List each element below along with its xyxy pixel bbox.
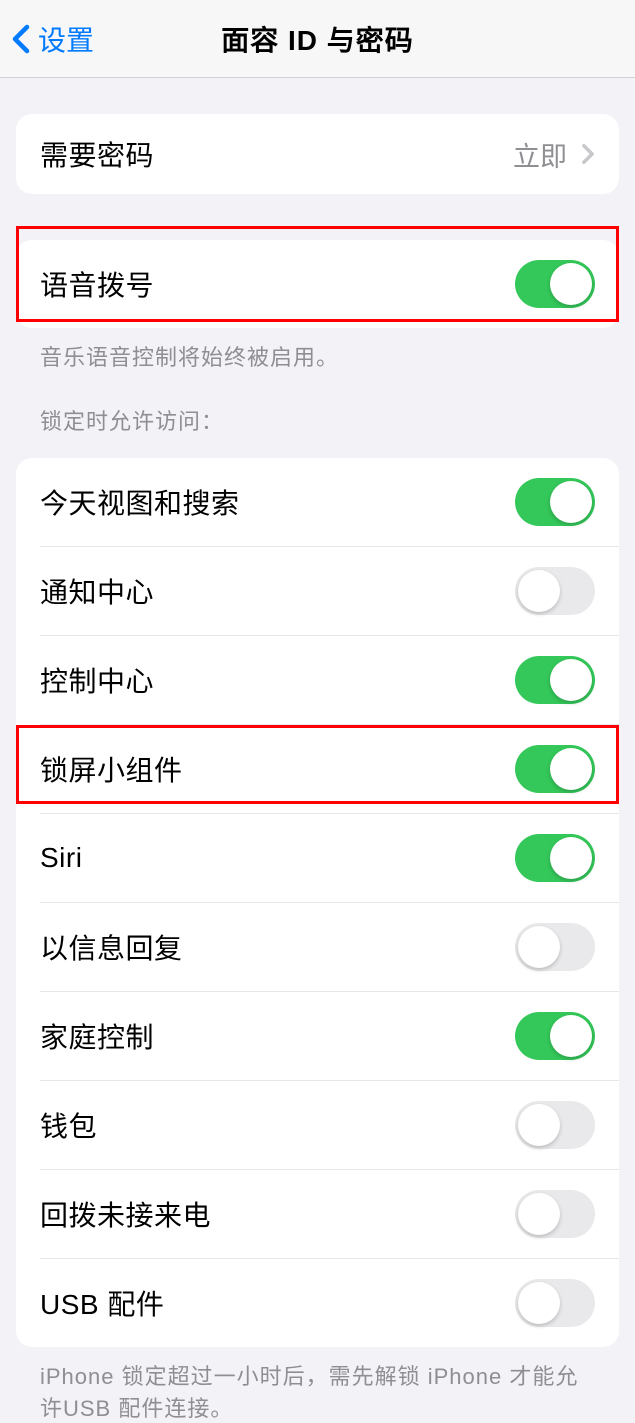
lock-access-toggle[interactable] bbox=[515, 656, 595, 704]
passcode-group: 需要密码 立即 bbox=[16, 114, 619, 194]
voice-dial-footer: 音乐语音控制将始终被启用。 bbox=[16, 328, 619, 372]
voice-dial-label: 语音拨号 bbox=[40, 264, 154, 304]
lock-access-toggle[interactable] bbox=[515, 567, 595, 615]
back-label: 设置 bbox=[38, 19, 94, 59]
lock-access-row: 以信息回复 bbox=[40, 902, 619, 991]
lock-access-label: 家庭控制 bbox=[40, 1016, 154, 1056]
require-passcode-label: 需要密码 bbox=[40, 134, 154, 174]
lock-access-row: USB 配件 bbox=[40, 1258, 619, 1347]
lock-access-toggle[interactable] bbox=[515, 1279, 595, 1327]
lock-access-row: 今天视图和搜索 bbox=[16, 458, 619, 546]
lock-access-toggle[interactable] bbox=[515, 1101, 595, 1149]
lock-access-row: 锁屏小组件 bbox=[40, 724, 619, 813]
lock-access-header: 锁定时允许访问： bbox=[16, 372, 619, 448]
lock-access-toggle[interactable] bbox=[515, 1012, 595, 1060]
lock-access-label: 回拨未接来电 bbox=[40, 1194, 211, 1234]
lock-access-row: 回拨未接来电 bbox=[40, 1169, 619, 1258]
disclosure-icon bbox=[581, 143, 595, 165]
lock-access-label: 今天视图和搜索 bbox=[40, 482, 240, 522]
lock-access-toggle[interactable] bbox=[515, 745, 595, 793]
voice-dial-toggle[interactable] bbox=[515, 260, 595, 308]
lock-access-row: 钱包 bbox=[40, 1080, 619, 1169]
lock-access-label: 以信息回复 bbox=[40, 927, 183, 967]
lock-access-group: 今天视图和搜索通知中心控制中心锁屏小组件 Siri 以信息回复家庭控制钱包回拨未接来… bbox=[16, 458, 619, 1347]
navigation-bar: 设置 面容 ID 与密码 bbox=[0, 0, 635, 78]
lock-access-toggle[interactable] bbox=[515, 923, 595, 971]
lock-access-row: 家庭控制 bbox=[40, 991, 619, 1080]
lock-access-footer: iPhone 锁定超过一小时后，需先解锁 iPhone 才能允许USB 配件连接… bbox=[16, 1347, 619, 1423]
lock-access-label: 钱包 bbox=[40, 1105, 97, 1145]
lock-access-label: 控制中心 bbox=[40, 660, 154, 700]
require-passcode-value: 立即 bbox=[513, 135, 567, 174]
voice-dial-row: 语音拨号 bbox=[16, 240, 619, 328]
lock-access-row: Siri bbox=[40, 813, 619, 902]
require-passcode-row[interactable]: 需要密码 立即 bbox=[16, 114, 619, 194]
lock-access-row: 控制中心 bbox=[40, 635, 619, 724]
lock-access-toggle[interactable] bbox=[515, 834, 595, 882]
voice-dial-group: 语音拨号 bbox=[16, 240, 619, 328]
lock-access-toggle[interactable] bbox=[515, 478, 595, 526]
lock-access-toggle[interactable] bbox=[515, 1190, 595, 1238]
lock-access-row: 通知中心 bbox=[40, 546, 619, 635]
lock-access-label: 通知中心 bbox=[40, 571, 154, 611]
lock-access-label: USB 配件 bbox=[40, 1283, 164, 1323]
back-button[interactable]: 设置 bbox=[0, 19, 94, 59]
lock-access-label: Siri bbox=[40, 842, 82, 874]
back-chevron-icon bbox=[12, 24, 30, 54]
lock-access-label: 锁屏小组件 bbox=[40, 749, 183, 789]
page-title: 面容 ID 与密码 bbox=[221, 19, 414, 59]
